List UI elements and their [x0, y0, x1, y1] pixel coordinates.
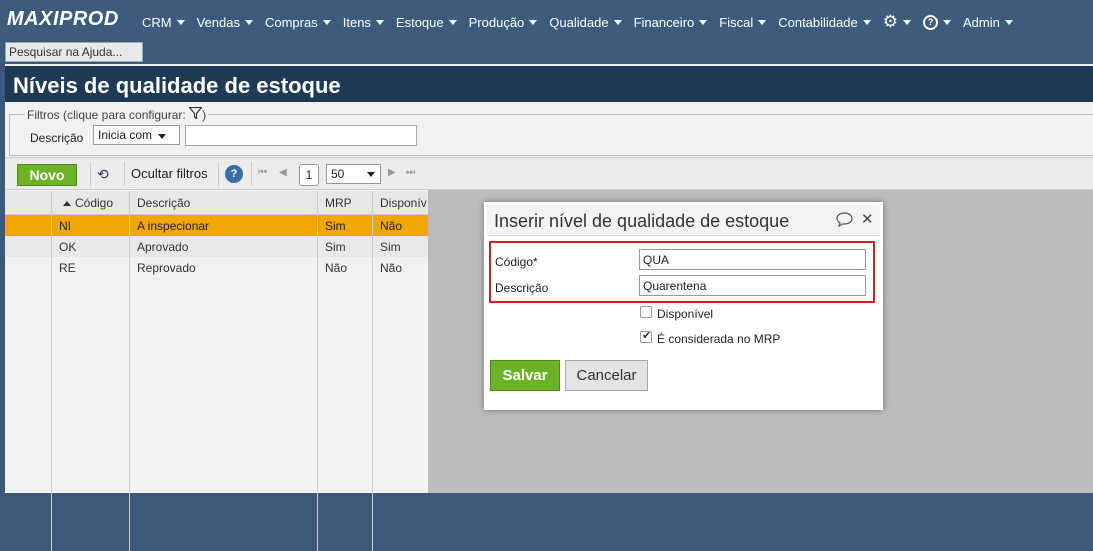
caret-down-icon — [942, 19, 951, 25]
caret-down-icon — [375, 19, 384, 25]
column-divider — [129, 191, 130, 551]
cell-descricao: Aprovado — [137, 240, 189, 254]
last-page-icon[interactable]: ⏭ — [406, 167, 415, 178]
app-logo[interactable]: MAXIPROD — [7, 8, 119, 31]
hide-filters-button[interactable]: Ocultar filtros — [131, 166, 208, 181]
page-number-input[interactable]: 1 — [299, 164, 319, 186]
column-header-mrp[interactable]: MRP — [325, 196, 352, 210]
page-title-bar: Níveis de qualidade de estoque — [5, 66, 1093, 102]
table-row[interactable]: OK Aprovado Sim Sim — [5, 236, 430, 257]
caret-down-icon — [699, 19, 708, 25]
close-icon[interactable]: ✕ — [861, 210, 874, 228]
page-size-select[interactable]: 50 — [326, 164, 381, 184]
table-row[interactable]: RE Reprovado Não Não — [5, 257, 430, 278]
menu-financeiro[interactable]: Financeiro — [634, 12, 708, 32]
column-header-descricao[interactable]: Descrição — [137, 196, 190, 210]
disponivel-checkbox[interactable] — [640, 306, 652, 318]
refresh-icon[interactable]: ⟲ — [97, 166, 109, 183]
dialog-title: Inserir nível de qualidade de estoque — [494, 211, 790, 231]
menu-estoque[interactable]: Estoque — [396, 12, 457, 32]
filters-fieldset: Filtros (clique para configurar: ) Descr… — [9, 106, 1093, 156]
prev-page-icon[interactable]: ◀ — [279, 167, 287, 178]
cell-disponivel: Não — [380, 261, 403, 275]
caret-down-icon — [613, 19, 622, 25]
cell-descricao: Reprovado — [137, 261, 196, 275]
cancel-button[interactable]: Cancelar — [565, 360, 648, 391]
help-icon[interactable]: ? — [225, 165, 243, 183]
menu-producao[interactable]: Produção — [469, 12, 538, 32]
grid-toolbar: Novo ⟲ Ocultar filtros ? ⏮ ◀ 1 50 ▶ ⏭ — [5, 157, 1093, 190]
caret-down-icon — [448, 19, 457, 25]
sort-ascending-icon — [63, 201, 71, 207]
mrp-label: É considerada no MRP — [657, 332, 781, 346]
help-circle-icon: ? — [922, 14, 938, 30]
data-table: Código Descrição MRP Disponív NI A inspe… — [5, 191, 430, 551]
table-row[interactable]: NI A inspecionar Sim Não — [5, 215, 430, 236]
caret-down-icon — [862, 19, 871, 25]
toolbar-separator — [124, 162, 125, 186]
menu-admin[interactable]: Admin — [963, 12, 1013, 32]
table-header: Código Descrição MRP Disponív — [5, 191, 430, 215]
caret-down-icon — [1004, 19, 1013, 25]
menu-contabilidade[interactable]: Contabilidade — [778, 12, 871, 32]
descricao-label: Descrição — [495, 281, 549, 295]
cell-mrp: Não — [325, 261, 348, 275]
filter-operator-select[interactable]: Inicia com — [93, 125, 180, 145]
filter-value-input[interactable] — [185, 125, 417, 146]
column-divider — [51, 191, 52, 551]
codigo-label: Código* — [495, 255, 538, 269]
column-divider — [372, 191, 373, 551]
filter-funnel-icon[interactable] — [188, 106, 203, 122]
caret-down-icon — [176, 19, 185, 25]
toolbar-separator — [218, 162, 219, 186]
menu-qualidade[interactable]: Qualidade — [549, 12, 622, 32]
insert-quality-level-dialog: Inserir nível de qualidade de estoque ✕ … — [484, 202, 883, 410]
menu-itens[interactable]: Itens — [343, 12, 384, 32]
next-page-icon[interactable]: ▶ — [388, 167, 396, 178]
cell-disponivel: Sim — [380, 240, 401, 254]
menu-settings[interactable]: ⚙ — [883, 12, 911, 32]
main-menu: CRM Vendas Compras Itens Estoque Produçã… — [142, 12, 1025, 32]
dialog-body: Código* QUA Descrição Quarentena Disponí… — [487, 235, 880, 407]
menu-help[interactable]: ? — [922, 12, 951, 32]
caret-down-icon — [758, 19, 767, 25]
help-search-input[interactable]: Pesquisar na Ajuda... — [5, 42, 143, 62]
filters-legend[interactable]: Filtros (clique para configurar: ) — [25, 106, 209, 122]
codigo-input[interactable]: QUA — [639, 249, 866, 270]
comment-icon[interactable] — [836, 212, 853, 231]
new-button[interactable]: Novo — [17, 164, 77, 186]
cell-descricao: A inspecionar — [137, 219, 210, 233]
top-navigation: MAXIPROD CRM Vendas Compras Itens Estoqu… — [0, 0, 1093, 40]
cell-codigo: OK — [59, 240, 77, 254]
toolbar-separator — [251, 162, 252, 186]
caret-down-icon — [244, 19, 253, 25]
mrp-checkbox[interactable] — [640, 329, 652, 343]
descricao-input[interactable]: Quarentena — [639, 275, 866, 296]
menu-vendas[interactable]: Vendas — [197, 12, 253, 32]
caret-down-icon — [158, 134, 167, 139]
cell-mrp: Sim — [325, 219, 346, 233]
cell-codigo: NI — [59, 219, 71, 233]
caret-down-icon — [902, 19, 911, 25]
first-page-icon[interactable]: ⏮ — [258, 167, 267, 178]
column-header-codigo[interactable]: Código — [63, 196, 113, 210]
column-divider — [317, 191, 318, 551]
disponivel-label: Disponível — [657, 307, 714, 321]
cell-disponivel: Não — [380, 219, 403, 233]
caret-down-icon — [322, 19, 331, 25]
menu-compras[interactable]: Compras — [265, 12, 331, 32]
cell-mrp: Sim — [325, 240, 346, 254]
caret-down-icon — [529, 19, 538, 25]
filter-field-label: Descrição — [30, 131, 84, 145]
gear-icon: ⚙ — [882, 12, 898, 31]
menu-fiscal[interactable]: Fiscal — [719, 12, 767, 32]
column-header-disponivel[interactable]: Disponív — [380, 196, 427, 210]
toolbar-separator — [90, 162, 91, 186]
menu-crm[interactable]: CRM — [142, 12, 185, 32]
page-title: Níveis de qualidade de estoque — [13, 73, 341, 98]
cell-codigo: RE — [59, 261, 76, 275]
caret-down-icon — [367, 172, 375, 177]
save-button[interactable]: Salvar — [490, 360, 560, 391]
